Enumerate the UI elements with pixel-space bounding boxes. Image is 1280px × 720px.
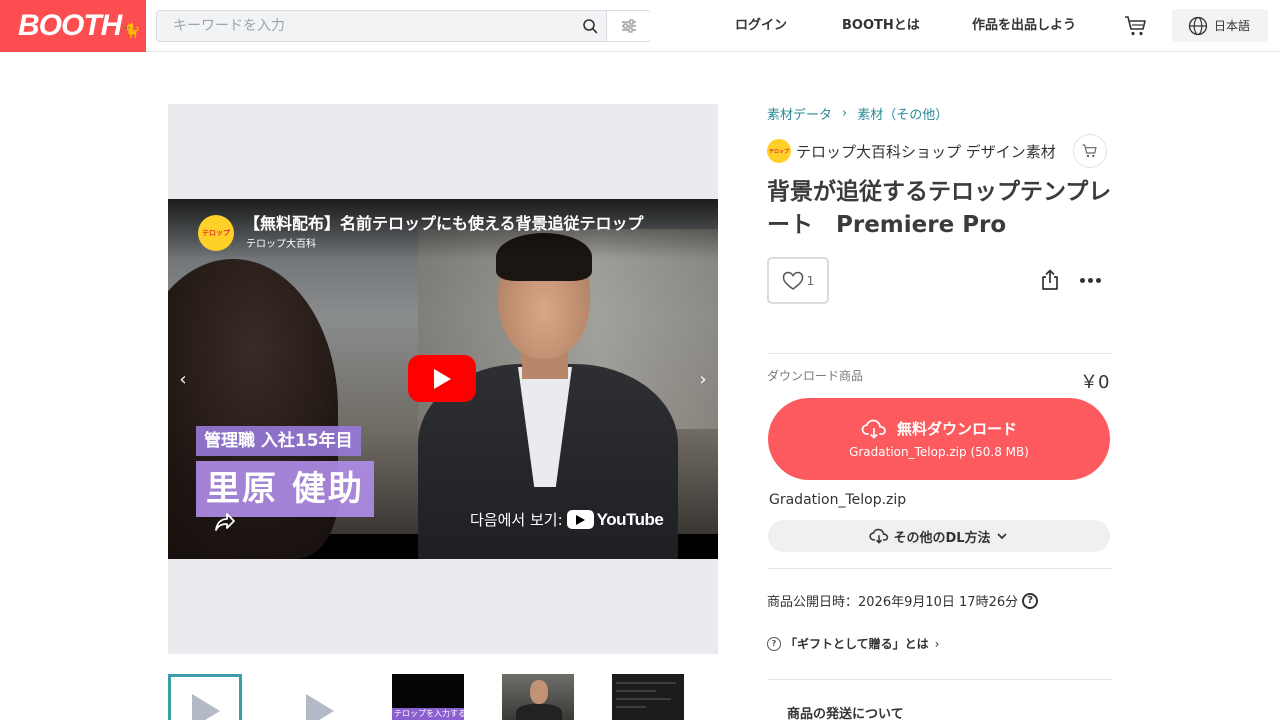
price: ￥0 xyxy=(1080,372,1110,393)
chevron-left-icon: ‹ xyxy=(179,368,187,390)
channel-avatar[interactable]: テロップ xyxy=(198,215,234,251)
publish-date-text: 商品公開日時：2026年9月10日 17時26分 xyxy=(767,595,1019,610)
more-dot-icon xyxy=(1079,277,1085,283)
thumbnail-caption: テロップを入力する xyxy=(392,708,464,720)
divider xyxy=(767,353,1112,354)
breadcrumb-item-material-other[interactable]: 素材（その他） xyxy=(857,104,948,123)
other-dl-label: その他のDL方法 xyxy=(893,530,991,546)
breadcrumb-item-material-data[interactable]: 素材データ xyxy=(767,104,832,123)
more-dot-icon xyxy=(1087,277,1093,283)
chevron-right-icon: › xyxy=(934,636,940,651)
download-button-main: 無料ダウンロード xyxy=(768,418,1110,439)
watch-on-label: 다음에서 보기: xyxy=(470,511,563,529)
question-icon: ? xyxy=(767,636,781,651)
thumb-ui-line xyxy=(616,698,671,700)
product-title: 背景が追従するテロップテンプレート Premiere Pro xyxy=(767,179,1112,238)
thumbnail-image-2[interactable] xyxy=(502,674,574,720)
download-file-info: Gradation_Telop.zip (50.8 MB) xyxy=(849,445,1029,459)
shop-cart-button[interactable] xyxy=(1073,134,1107,168)
shop-avatar: テロップ xyxy=(767,139,791,163)
language-selector[interactable]: 日本語 xyxy=(1172,9,1268,42)
shipping-info-heading[interactable]: 商品の発送について xyxy=(787,703,904,720)
filter-sliders-icon xyxy=(622,19,636,33)
search-button[interactable] xyxy=(573,11,607,41)
cloud-download-icon xyxy=(869,528,889,544)
gift-info-link[interactable]: ? 「ギフトとして贈る」とは › xyxy=(767,635,939,652)
more-options-button[interactable] xyxy=(1076,267,1104,293)
share-icon xyxy=(1042,269,1058,290)
shop-name: テロップ大百科ショップ デザイン素材 xyxy=(796,142,1056,161)
play-icon xyxy=(434,368,451,389)
shop-link[interactable]: テロップ テロップ大百科ショップ デザイン素材 xyxy=(767,138,1056,164)
header: BOOTH🐈 ログイン BOOTHとは 作品を出品しよう 日本語 xyxy=(0,0,1280,52)
logo-text: BOOTH xyxy=(18,9,122,42)
thumb-ui-line xyxy=(616,690,656,692)
filter-button[interactable] xyxy=(606,11,651,41)
youtube-logo: YouTube xyxy=(566,509,664,530)
cart-icon xyxy=(1082,144,1097,158)
cloud-download-icon xyxy=(861,419,886,439)
thumbnail-video-1[interactable] xyxy=(168,674,242,720)
thumbnail-image-1[interactable]: テロップを入力する xyxy=(392,674,464,720)
download-button-label: 無料ダウンロード xyxy=(896,420,1017,438)
video-channel[interactable]: テロップ大百科 xyxy=(246,235,316,250)
like-button[interactable]: 1 xyxy=(767,257,829,304)
free-download-button[interactable]: 無料ダウンロード Gradation_Telop.zip (50.8 MB) xyxy=(768,398,1110,480)
divider xyxy=(767,568,1112,569)
download-product-label: ダウンロード商品 xyxy=(767,369,864,383)
video-title[interactable]: 【無料配布】名前テロップにも使える背景追従テロップ xyxy=(244,210,644,234)
search-input[interactable] xyxy=(157,11,577,41)
thumb-figure-head xyxy=(530,680,548,704)
thumb-figure-body xyxy=(516,704,562,720)
youtube-embed[interactable]: テロップ 【無料配布】名前テロップにも使える背景追従テロップ テロップ大百科 ‹… xyxy=(168,199,718,559)
booth-logo[interactable]: BOOTH 🐈 xyxy=(0,0,146,52)
share-button[interactable] xyxy=(1037,267,1063,293)
gift-label: 「ギフトとして贈る」とは xyxy=(785,637,929,651)
breadcrumb: 素材データ › 素材（その他） xyxy=(767,104,948,123)
language-label: 日本語 xyxy=(1214,19,1251,33)
search-icon xyxy=(583,19,598,34)
chevron-right-icon: › xyxy=(699,368,707,390)
thumbnail-image-3[interactable] xyxy=(612,674,684,720)
help-icon[interactable]: ? xyxy=(1022,592,1039,609)
telop-role: 管理職 入社15年目 xyxy=(196,426,361,456)
heart-icon xyxy=(782,271,803,290)
like-count: 1 xyxy=(806,273,815,288)
about-booth-link[interactable]: BOOTHとは xyxy=(842,0,920,52)
play-thumb-icon xyxy=(306,694,334,720)
play-thumb-icon xyxy=(192,694,220,720)
cart-icon xyxy=(1125,16,1146,36)
youtube-wordmark: YouTube xyxy=(596,509,664,529)
cart-button[interactable] xyxy=(1122,12,1150,40)
publish-date: 商品公開日時：2026年9月10日 17時26分 ? xyxy=(767,591,1039,610)
sell-link[interactable]: 作品を出品しよう xyxy=(972,0,1076,52)
video-share-button[interactable] xyxy=(206,507,244,537)
play-button[interactable] xyxy=(408,355,476,402)
youtube-play-icon xyxy=(566,510,594,529)
prev-image-button[interactable]: ‹ xyxy=(173,367,193,391)
next-image-button[interactable]: › xyxy=(693,367,713,391)
shop-avatar-text: テロップ xyxy=(768,148,789,155)
thumbnail-video-2[interactable] xyxy=(282,674,356,720)
chevron-down-icon xyxy=(996,533,1007,540)
cat-icon: 🐈 xyxy=(123,22,140,38)
thumb-ui-line xyxy=(616,706,646,708)
other-download-methods-button[interactable]: その他のDL方法 xyxy=(768,520,1110,552)
thumb-ui-line xyxy=(616,682,676,684)
share-arrow-icon xyxy=(215,513,235,531)
globe-icon xyxy=(1188,16,1208,35)
product-gallery: テロップ 【無料配布】名前テロップにも使える背景追従テロップ テロップ大百科 ‹… xyxy=(168,104,718,654)
more-dot-icon xyxy=(1095,277,1101,283)
divider xyxy=(767,679,1112,680)
search-box xyxy=(156,10,651,42)
channel-avatar-text: テロップ xyxy=(202,229,230,237)
login-link[interactable]: ログイン xyxy=(735,0,787,52)
chevron-right-icon: › xyxy=(842,106,848,121)
file-name: Gradation_Telop.zip xyxy=(769,492,907,508)
watch-on-youtube[interactable]: 다음에서 보기: YouTube xyxy=(470,509,664,530)
